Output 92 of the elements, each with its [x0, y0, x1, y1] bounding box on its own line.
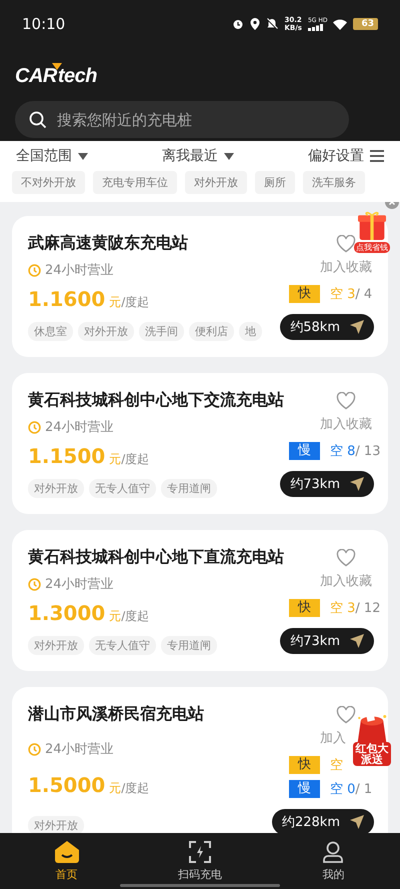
charger-type-badge: 慢 — [289, 442, 320, 460]
amenity-tag: 休息室 — [28, 322, 73, 341]
battery-indicator: 63 — [353, 18, 378, 30]
amenity-tag: 对外开放 — [28, 816, 84, 833]
total-count: / 12 — [355, 601, 380, 616]
scan-icon — [188, 840, 211, 862]
charger-type-badge: 快 — [289, 285, 320, 303]
nav-tab[interactable]: 我的 — [283, 833, 384, 889]
nav-tab[interactable]: 首页 — [16, 833, 117, 889]
heart-icon[interactable] — [336, 549, 356, 567]
wifi-icon — [333, 18, 348, 30]
total-count: / 4 — [355, 287, 372, 302]
amenity-tag: 洗手间 — [139, 322, 184, 341]
amenity-tag: 地 — [239, 322, 262, 341]
price-unit: 元 — [109, 450, 122, 468]
price: 1.1600 — [28, 286, 106, 311]
clock-icon — [28, 742, 41, 756]
caret-icon — [78, 152, 88, 160]
filter-dropdown[interactable]: 离我最近 — [162, 147, 234, 165]
navigate-button[interactable]: 约228km — [272, 809, 374, 833]
home-icon — [54, 840, 79, 862]
station-card[interactable]: 黄石科技城科创中心地下交流充电站 24小时营业 1.1500 元/度起 对外开放 无专人值守 专用道闸 加入收藏 慢 空 8/ 13 约73km — [12, 373, 388, 514]
free-count: 空 8 — [330, 444, 356, 459]
navigate-button[interactable]: 约73km — [280, 628, 374, 654]
amenity-tag: 对外开放 — [28, 636, 84, 655]
free-count: 空 — [330, 758, 343, 773]
navigation-arrow-icon — [350, 634, 364, 648]
clock-icon — [28, 578, 41, 591]
heart-icon[interactable] — [336, 235, 356, 253]
amenity-tag: 专用道闸 — [161, 478, 217, 498]
price-unit: 元 — [109, 780, 122, 797]
filter-tag[interactable]: 洗车服务 — [303, 171, 365, 194]
free-count: 空 0 — [330, 782, 356, 797]
heart-icon[interactable] — [336, 392, 356, 410]
price: 1.3000 — [28, 600, 106, 625]
station-card[interactable]: 黄石科技城科创中心地下直流充电站 24小时营业 1.3000 元/度起 对外开放 无专人值守 专用道闸 加入收藏 快 空 3/ 12 约73km — [12, 530, 388, 671]
total-count: / 1 — [355, 782, 372, 797]
price-note: /度起 — [121, 450, 150, 468]
amenity-tag: 对外开放 — [78, 322, 134, 341]
price-unit: 元 — [109, 608, 122, 625]
heart-icon[interactable] — [336, 706, 356, 724]
status-time: 10:10 — [22, 15, 66, 33]
menu-icon — [370, 150, 384, 162]
navigate-button[interactable]: 约58km — [280, 314, 374, 340]
clock-icon — [28, 264, 41, 277]
price: 1.1500 — [28, 444, 106, 468]
filter-tag[interactable]: 充电专用车位 — [93, 171, 177, 194]
mute-bell-icon — [266, 18, 278, 30]
opening-hours: 24小时营业 — [45, 419, 114, 436]
price-note: /度起 — [121, 780, 150, 797]
navigation-arrow-icon — [350, 320, 364, 334]
amenity-tag: 对外开放 — [28, 478, 84, 498]
amenity-tag: 无专人值守 — [89, 478, 156, 498]
station-name: 潜山市风溪桥民宿充电站 — [28, 704, 204, 725]
filter-dropdown[interactable]: 偏好设置 — [308, 147, 384, 165]
free-count: 空 3 — [330, 601, 356, 616]
gift-icon[interactable] — [358, 210, 386, 242]
promo-label[interactable]: 点我省钱 — [354, 242, 390, 253]
caret-icon — [224, 152, 234, 160]
amenity-tag: 便利店 — [189, 322, 234, 341]
navigation-arrow-icon — [350, 815, 364, 829]
filter-tag[interactable]: 对外开放 — [185, 171, 247, 194]
amenity-tag: 无专人值守 — [89, 636, 156, 655]
charger-type-badge: 慢 — [289, 780, 320, 798]
total-count: / 13 — [355, 444, 380, 459]
price-note: /度起 — [121, 608, 150, 625]
app-logo: CARtech — [15, 63, 97, 88]
filter-tag[interactable]: 厕所 — [255, 171, 295, 194]
free-count: 空 3 — [330, 287, 356, 302]
opening-hours: 24小时营业 — [45, 576, 114, 594]
search-icon — [29, 111, 47, 129]
station-name: 武麻高速黄陂东充电站 — [28, 233, 189, 254]
amenity-tag: 专用道闸 — [161, 636, 217, 655]
alarm-icon — [232, 18, 244, 30]
nav-tab[interactable]: 扫码充电 — [150, 833, 250, 889]
user-icon — [323, 840, 344, 862]
filter-dropdown[interactable]: 全国范围 — [16, 147, 88, 165]
location-icon — [250, 18, 260, 30]
charger-type-badge: 快 — [289, 599, 320, 617]
navigate-button[interactable]: 约73km — [280, 471, 374, 497]
charger-type-badge: 快 — [289, 756, 320, 774]
filter-tag[interactable]: 不对外开放 — [12, 171, 85, 194]
price-unit: 元 — [109, 294, 122, 311]
price: 1.5000 — [28, 773, 106, 797]
navigation-arrow-icon — [350, 477, 364, 491]
price-note: /度起 — [121, 294, 150, 311]
signal-icon — [308, 24, 324, 31]
clock-icon — [28, 420, 41, 434]
opening-hours: 24小时营业 — [45, 741, 114, 758]
promo-label[interactable]: 红包大派送 — [353, 742, 391, 766]
opening-hours: 24小时营业 — [45, 262, 114, 280]
search-field[interactable]: 搜索您附近的充电桩 — [15, 101, 349, 138]
